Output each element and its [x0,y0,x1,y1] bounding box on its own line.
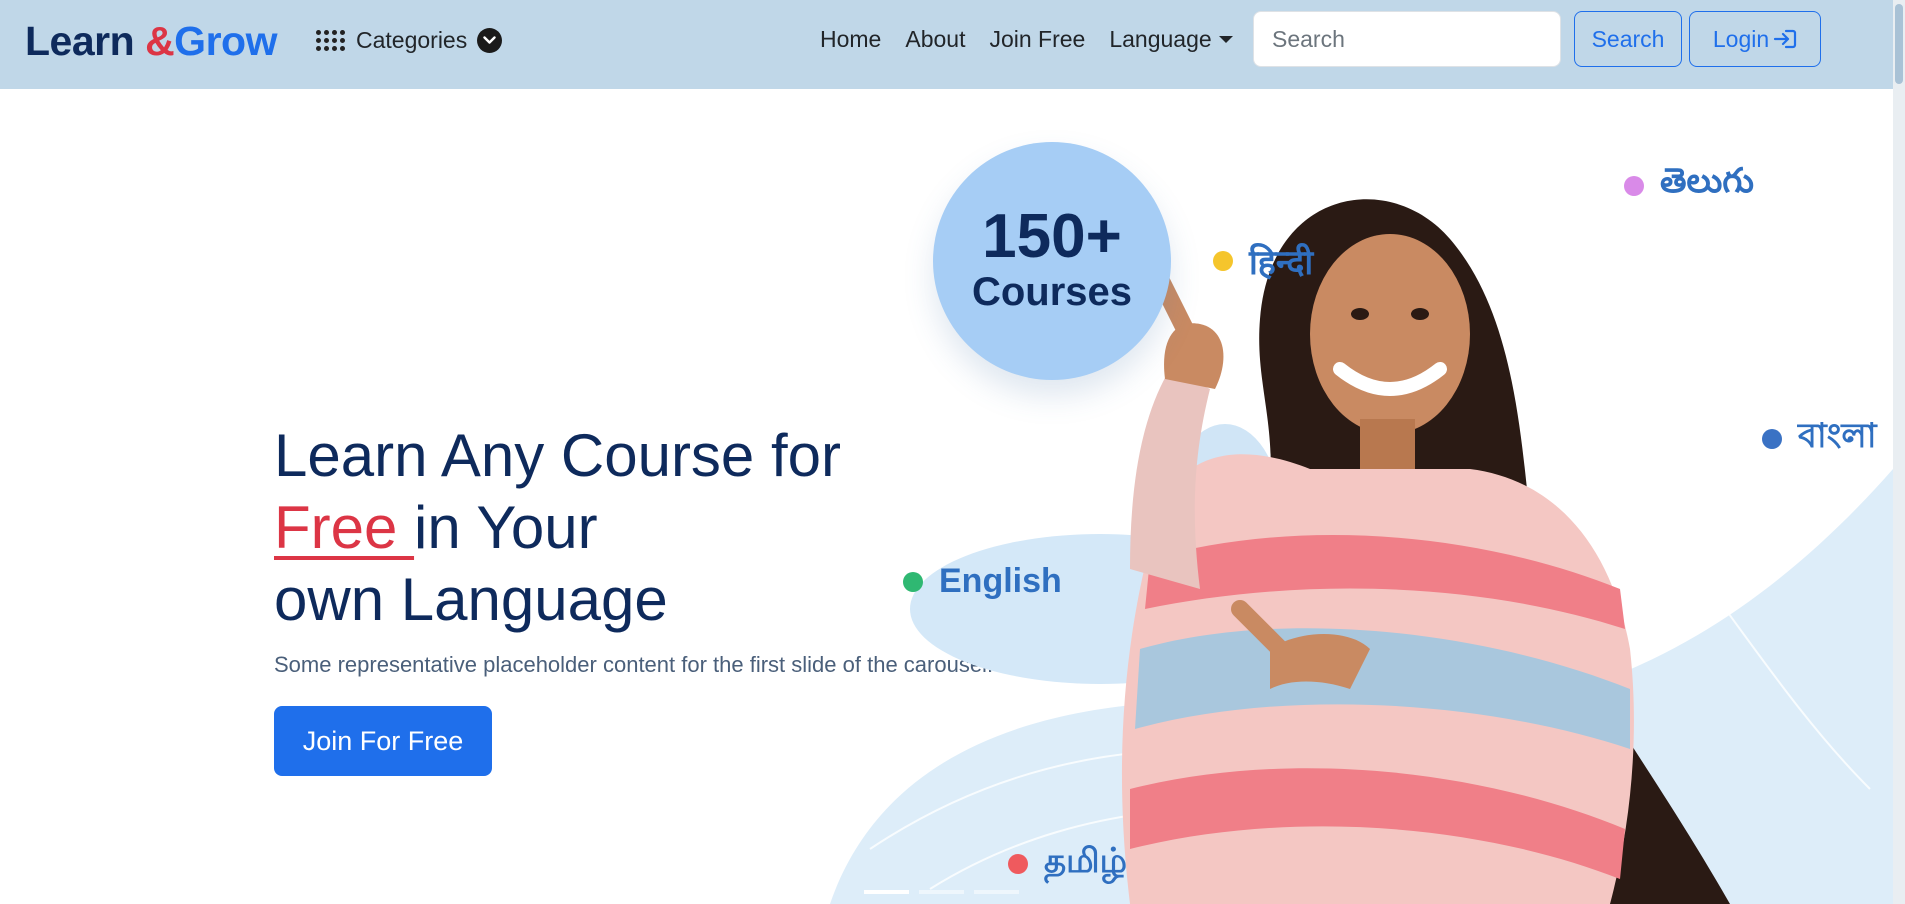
grid-dots-icon [314,24,346,56]
courses-count-number: 150+ [982,202,1122,271]
chevron-down-circle-icon [477,27,503,53]
scrollbar-thumb[interactable] [1895,4,1903,84]
nav-language-dropdown[interactable]: Language [1109,26,1233,53]
login-label: Login [1712,25,1770,52]
language-tag-english: English [903,562,1062,601]
carousel-indicator-2[interactable] [919,890,964,894]
page-scrollbar[interactable] [1893,0,1905,904]
language-tag-telugu: తెలుగు [1624,162,1754,209]
language-tag-tamil: தமிழ் [1008,842,1127,885]
brand-part-ampersand: & [145,18,175,64]
brand-part-learn: Learn [25,18,135,64]
courses-count-badge: 150+ Courses [933,142,1171,380]
navbar: Learn &Grow Categories Home About Join F… [0,0,1905,89]
carousel-indicators [864,890,1019,894]
categories-label: Categories [356,26,468,53]
caret-down-icon [1218,36,1233,43]
search-input[interactable] [1253,11,1561,67]
courses-count-label: Courses [971,270,1133,314]
main-nav: Home About Join Free Language [820,26,1233,53]
carousel-indicator-1[interactable] [864,890,909,894]
dot-english [903,571,923,592]
hero-title: Learn Any Course for Free in Your own La… [274,420,841,636]
join-for-free-button[interactable]: Join For Free [274,706,492,776]
nav-about[interactable]: About [905,26,965,53]
carousel-indicator-3[interactable] [974,890,1019,894]
language-bangla-label: বাংলা [1798,417,1877,455]
dot-telugu [1624,175,1644,196]
carousel-next-button[interactable] [1730,470,1770,530]
dot-tamil [1008,853,1028,874]
dot-bangla [1762,428,1782,449]
hero-title-free: Free [274,494,415,561]
hero-title-line1: Learn Any Course for [274,422,841,489]
box-arrow-in-right-icon [1774,29,1797,49]
language-hindi-label: हिन्दी [1249,244,1314,282]
categories-dropdown[interactable]: Categories [314,24,503,56]
language-english-label: English [939,562,1062,600]
login-button[interactable]: Login [1689,11,1821,67]
brand-logo[interactable]: Learn &Grow [25,18,277,65]
search-button[interactable]: Search [1574,11,1682,67]
nav-language-label: Language [1109,26,1212,52]
dot-hindi [1213,251,1233,271]
nav-join-free[interactable]: Join Free [989,26,1085,53]
language-tag-hindi: हिन्दी [1213,238,1313,284]
language-tamil-label: தமிழ் [1044,842,1127,880]
brand-part-grow: Grow [174,18,277,64]
language-telugu-label: తెలుగు [1660,162,1754,200]
hero-title-line2: in Your [414,494,598,561]
hero-title-line3: own Language [274,566,668,633]
language-tag-bangla: বাংলা [1762,410,1877,467]
chevron-right-icon [1739,480,1761,520]
nav-home[interactable]: Home [820,26,881,53]
